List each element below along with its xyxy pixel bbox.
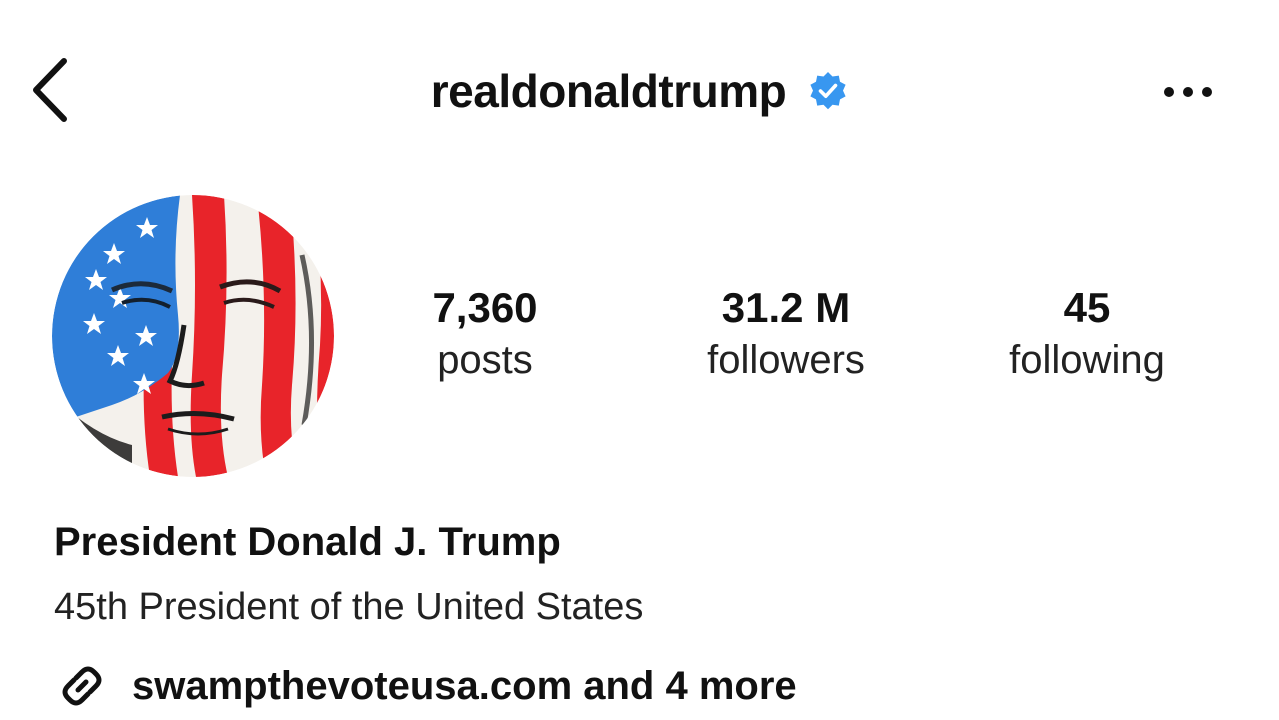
posts-value: 7,360 — [432, 284, 538, 331]
profile-page: realdonaldtrump 7,360 posts 31.2 M follo… — [0, 0, 1279, 720]
verified-badge-icon — [808, 71, 848, 111]
profile-full-name: President Donald J. Trump — [54, 520, 561, 564]
profile-avatar[interactable] — [52, 195, 334, 477]
following-value: 45 — [1063, 284, 1111, 331]
posts-count[interactable]: 7,360 posts — [385, 282, 585, 386]
followers-label: followers — [707, 338, 865, 382]
more-horizontal-icon — [1164, 87, 1212, 97]
following-count[interactable]: 45 following — [980, 282, 1194, 386]
followers-value: 31.2 M — [721, 284, 851, 331]
posts-label: posts — [437, 338, 533, 382]
profile-link[interactable]: swampthevoteusa.com and 4 more — [54, 656, 797, 716]
following-label: following — [1009, 338, 1165, 382]
followers-count[interactable]: 31.2 M followers — [670, 282, 902, 386]
profile-header: realdonaldtrump — [0, 58, 1279, 124]
username-title: realdonaldtrump — [430, 65, 787, 117]
link-icon — [54, 658, 110, 714]
link-text: swampthevoteusa.com and 4 more — [132, 663, 797, 708]
more-options-button[interactable] — [1150, 66, 1226, 118]
american-flag-portrait-image — [52, 195, 334, 477]
profile-bio: 45th President of the United States — [54, 586, 644, 628]
